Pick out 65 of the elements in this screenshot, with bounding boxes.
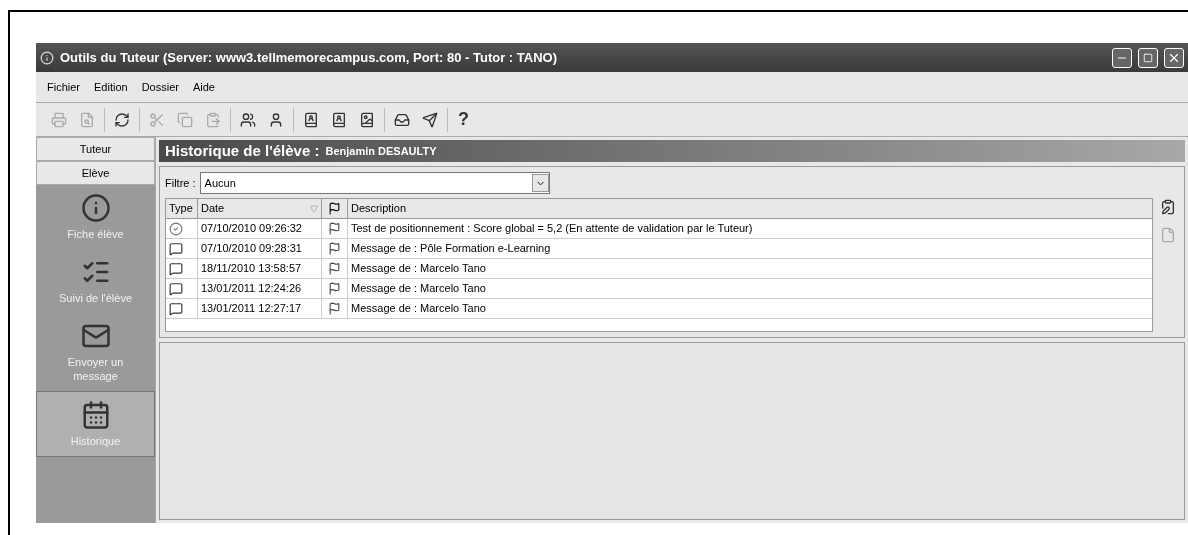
flag-icon (328, 302, 341, 315)
menu-item[interactable]: Edition (88, 76, 134, 98)
flag-icon (328, 262, 341, 275)
table-row[interactable]: 07/10/2010 09:26:32 Test de positionnement : Score global = 5,2 (En attente de validation par le Tuteur) (166, 219, 1152, 239)
column-header[interactable]: Date (198, 199, 322, 218)
date-cell-text: 13/01/2011 12:27:17 (201, 301, 302, 317)
message-icon (169, 261, 183, 276)
description-cell-text: Message de : Marcelo Tano (351, 301, 486, 317)
copy-icon (177, 111, 193, 128)
app-icon (40, 50, 54, 65)
clipboard-icon (205, 111, 221, 128)
menu-item[interactable]: Dossier (135, 76, 185, 98)
flag-icon (328, 242, 341, 255)
person-icon (268, 111, 284, 128)
date-cell-text: 07/10/2010 09:26:32 (201, 221, 302, 237)
window-title: Outils du Tuteur (Server: www3.tellmemorecampus.com, Port: 80 - Tutor : TANO) (60, 48, 557, 67)
flag-icon (328, 282, 341, 295)
menu-item[interactable]: Aide (186, 76, 221, 98)
close-button[interactable] (1164, 47, 1184, 68)
table-row[interactable]: 13/01/2011 12:24:26 Message de : Marcelo Tano (166, 279, 1152, 299)
menu-item[interactable]: Fichier (41, 76, 86, 98)
minimize-button[interactable] (1112, 47, 1132, 68)
printer-icon (51, 111, 67, 128)
scissors-icon (149, 111, 165, 128)
panel-title: Historique de l'élève : (165, 140, 320, 161)
message-icon (169, 301, 183, 316)
description-cell-text: Message de : Pôle Formation e-Learning (351, 241, 551, 257)
send-icon (422, 111, 438, 128)
sidebar-tab[interactable]: Tuteur (36, 137, 155, 161)
column-header[interactable]: Type (166, 199, 198, 218)
filter-label: Filtre : (165, 175, 196, 191)
calendar-icon (80, 400, 111, 430)
description-cell-text: Message de : Marcelo Tano (351, 261, 486, 277)
date-cell-text: 07/10/2010 09:28:31 (201, 241, 302, 257)
description-cell-text: Message de : Marcelo Tano (351, 281, 486, 297)
page-icon (1160, 227, 1176, 243)
portrait-book-icon (331, 111, 347, 128)
message-icon (169, 241, 183, 256)
maximize-button[interactable] (1138, 47, 1158, 68)
flag-icon (328, 222, 341, 235)
clipboard-pen-icon (1160, 199, 1176, 215)
date-cell-text: 18/11/2010 13:58:57 (201, 261, 302, 277)
message-icon (169, 281, 183, 296)
column-header[interactable]: Description (348, 199, 1152, 218)
help-button[interactable]: ? (454, 106, 473, 133)
sidebar-tab[interactable]: Elève (36, 161, 155, 185)
edit-button[interactable] (1159, 198, 1177, 216)
maximize-icon (1143, 52, 1153, 63)
student-name: Benjamin DESAULTY (325, 143, 437, 159)
table-row[interactable]: 18/11/2010 13:58:57 Message de : Marcelo Tano (166, 259, 1152, 279)
sort-icon (310, 204, 318, 213)
date-cell-text: 13/01/2011 12:24:26 (201, 281, 302, 297)
magnifier-page-icon (79, 111, 95, 128)
filter-dropdown[interactable]: Aucun (199, 172, 550, 194)
description-cell-text: Test de positionnement : Score global = 5,2 (En attente de validation par le Tuteur) (351, 221, 753, 237)
flag-icon (328, 202, 341, 215)
check-icon (169, 221, 183, 236)
table-row[interactable]: 13/01/2011 12:27:17 Message de : Marcelo Tano (166, 299, 1152, 319)
picture-book-icon (359, 111, 375, 128)
people-icon (240, 111, 256, 128)
tray-icon (394, 111, 410, 128)
info-icon (80, 193, 111, 223)
table-row[interactable]: 07/10/2010 09:28:31 Message de : Pôle Formation e-Learning (166, 239, 1152, 259)
refresh-icon (114, 111, 130, 128)
portrait-book-icon (303, 111, 319, 128)
